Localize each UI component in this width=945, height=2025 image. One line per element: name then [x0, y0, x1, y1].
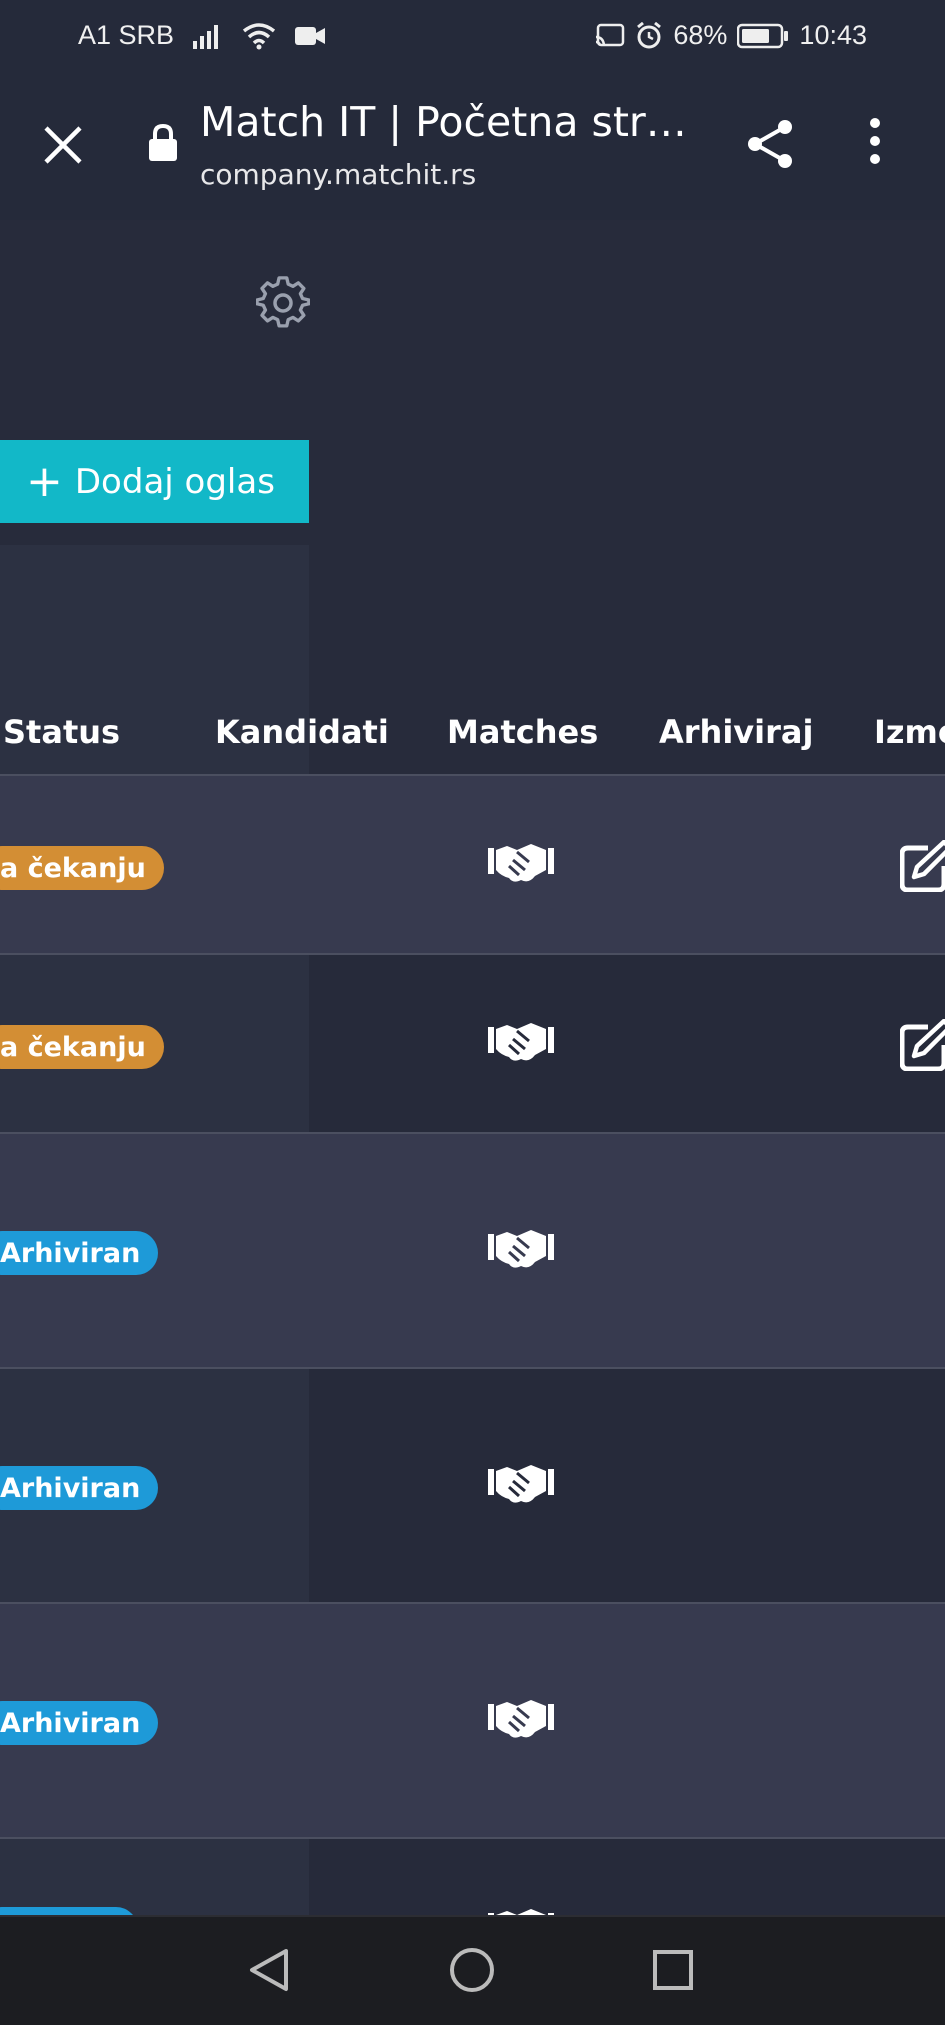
add-job-button[interactable]: + Dodaj oglas — [0, 440, 309, 523]
page-url[interactable]: company.matchit.rs — [200, 158, 476, 191]
recents-icon[interactable] — [652, 1947, 694, 1997]
edit-icon[interactable] — [899, 839, 945, 896]
header-status[interactable]: Status — [3, 690, 120, 774]
table-row: Arhiviran — [0, 1602, 945, 1837]
status-badge: a čekanju — [0, 1025, 164, 1069]
home-icon[interactable] — [449, 1947, 495, 1997]
page-content: + Dodaj oglas Status Kandidati Matches A… — [0, 220, 945, 1915]
close-icon[interactable] — [40, 122, 86, 168]
system-nav-bar — [0, 1915, 945, 2025]
browser-toolbar: Match IT | Početna stra… company.matchit… — [0, 70, 945, 220]
status-badge: Arhiviran — [0, 1701, 159, 1745]
table-header: Status Kandidati Matches Arhiviraj Izme — [0, 690, 945, 774]
handshake-icon[interactable] — [487, 1461, 555, 1509]
back-icon[interactable] — [248, 1947, 290, 1997]
alarm-icon — [635, 21, 663, 50]
header-edit[interactable]: Izme — [874, 690, 945, 774]
handshake-icon[interactable] — [487, 840, 555, 888]
handshake-icon[interactable] — [487, 1019, 555, 1067]
battery-percent: 68% — [673, 20, 728, 50]
status-bar: A1 SRB 68% 10:43 — [0, 0, 945, 70]
table-row: Arhiviran — [0, 1132, 945, 1367]
status-badge: a čekanju — [0, 846, 164, 890]
wifi-icon — [242, 22, 276, 50]
table-row: a čekanju — [0, 953, 945, 1132]
status-badge — [0, 1907, 138, 1915]
share-icon[interactable] — [745, 118, 797, 174]
clock: 10:43 — [799, 20, 867, 50]
add-job-label: Dodaj oglas — [74, 461, 275, 502]
cast-icon — [595, 23, 625, 49]
status-badge: Arhiviran — [0, 1231, 159, 1275]
header-candidates[interactable]: Kandidati — [215, 690, 389, 774]
video-call-icon — [294, 25, 326, 47]
handshake-icon[interactable] — [487, 1696, 555, 1744]
lock-icon — [148, 123, 178, 166]
gear-icon[interactable] — [255, 276, 311, 334]
more-vertical-icon[interactable] — [868, 118, 882, 168]
handshake-icon[interactable] — [487, 1905, 555, 1915]
plus-icon: + — [26, 455, 63, 507]
handshake-icon[interactable] — [487, 1226, 555, 1274]
signal-icon — [192, 23, 224, 49]
table-row: a čekanju — [0, 774, 945, 953]
edit-icon[interactable] — [899, 1018, 945, 1075]
battery-icon — [737, 23, 789, 49]
table-row — [0, 1837, 945, 1915]
carrier-label: A1 SRB — [78, 20, 175, 50]
header-archive[interactable]: Arhiviraj — [659, 690, 813, 774]
table-body: a čekanju a čekanju Arhiviran Arhiviran … — [0, 774, 945, 1915]
status-badge: Arhiviran — [0, 1466, 159, 1510]
header-matches[interactable]: Matches — [447, 690, 598, 774]
table-row: Arhiviran — [0, 1367, 945, 1602]
page-title[interactable]: Match IT | Početna stra… — [200, 98, 690, 146]
